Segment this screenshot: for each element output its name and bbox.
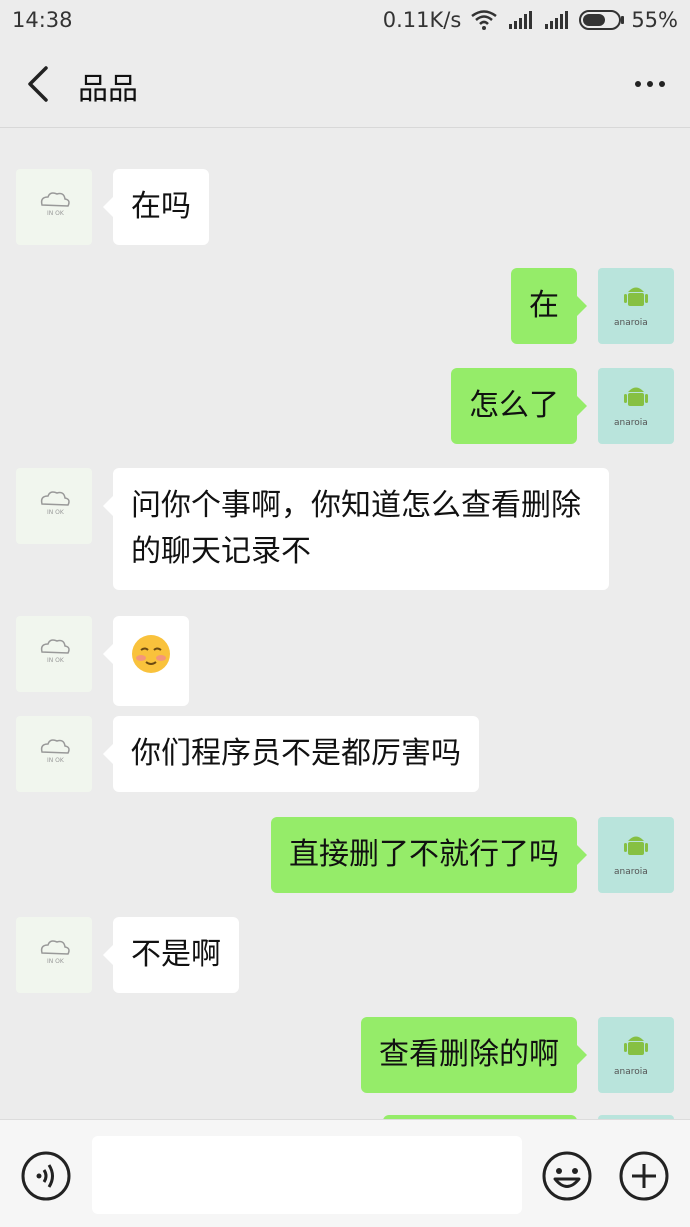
svg-text:IN OK: IN OK <box>47 210 65 217</box>
smiley-icon <box>542 1151 592 1201</box>
chat-header: 品品 <box>0 42 690 128</box>
voice-icon <box>21 1151 71 1201</box>
message-input[interactable] <box>92 1136 522 1214</box>
more-dot <box>659 81 665 87</box>
my-avatar[interactable]: anaroia <box>598 368 674 444</box>
message-bubble[interactable]: 查看删除的啊 <box>361 1017 587 1093</box>
message-bubble[interactable]: 在 <box>511 268 587 344</box>
contact-avatar[interactable]: IN OK <box>16 468 92 544</box>
status-bar: 14:38 0.11K/s 55% <box>0 0 690 42</box>
svg-text:IN OK: IN OK <box>47 757 65 764</box>
more-actions-button[interactable] <box>618 1150 670 1202</box>
message-bubble[interactable]: 问你个事啊，你知道怎么查看删除的聊天记录不 <box>103 468 609 590</box>
smiling-blush-emoji-icon <box>132 635 170 673</box>
status-icons: 0.11K/s 55% <box>383 8 678 32</box>
battery-level: 55% <box>631 8 678 32</box>
back-button[interactable] <box>18 62 62 106</box>
my-avatar[interactable]: anaroia <box>598 1017 674 1093</box>
battery-icon <box>579 10 625 30</box>
message-bubble[interactable]: 你们程序员不是都厉害吗 <box>103 716 479 792</box>
more-dot <box>647 81 653 87</box>
svg-text:IN OK: IN OK <box>47 657 65 664</box>
emoji-button[interactable] <box>541 1150 593 1202</box>
more-dot <box>635 81 641 87</box>
status-time: 14:38 <box>12 8 73 32</box>
chevron-left-icon <box>28 66 48 102</box>
contact-avatar[interactable]: IN OK <box>16 616 92 692</box>
battery: 55% <box>579 8 678 32</box>
contact-avatar[interactable]: IN OK <box>16 169 92 245</box>
my-avatar[interactable]: anaroia <box>598 817 674 893</box>
message-bubble[interactable]: 怎么了 <box>451 368 587 444</box>
net-speed: 0.11K/s <box>382 8 462 32</box>
contact-avatar[interactable]: IN OK <box>16 716 92 792</box>
svg-text:IN OK: IN OK <box>47 509 65 516</box>
svg-text:anaroia: anaroia <box>614 418 648 428</box>
svg-text:anaroia: anaroia <box>614 1067 648 1077</box>
my-avatar[interactable]: anaroia <box>598 268 674 344</box>
svg-text:anaroia: anaroia <box>614 318 648 328</box>
message-list[interactable]: IN OK 在吗 anaroia 在 anaroia 怎么了 IN OK 问你个… <box>0 129 690 1119</box>
signal-icon-1 <box>507 10 533 30</box>
message-bubble[interactable]: 直接删了不就行了吗 <box>271 817 587 893</box>
message-bubble[interactable]: 不是啊 <box>103 917 239 993</box>
chat-title: 品品 <box>78 72 138 107</box>
voice-button[interactable] <box>20 1150 72 1202</box>
message-bubble[interactable] <box>103 616 189 706</box>
input-bar <box>0 1119 690 1227</box>
plus-icon <box>619 1151 669 1201</box>
signal-icon-2 <box>543 10 569 30</box>
svg-text:IN OK: IN OK <box>47 958 65 965</box>
svg-text:anaroia: anaroia <box>614 867 648 877</box>
message-bubble[interactable]: 在吗 <box>103 169 209 245</box>
wifi-icon <box>471 10 498 30</box>
more-button[interactable] <box>628 62 672 106</box>
contact-avatar[interactable]: IN OK <box>16 917 92 993</box>
